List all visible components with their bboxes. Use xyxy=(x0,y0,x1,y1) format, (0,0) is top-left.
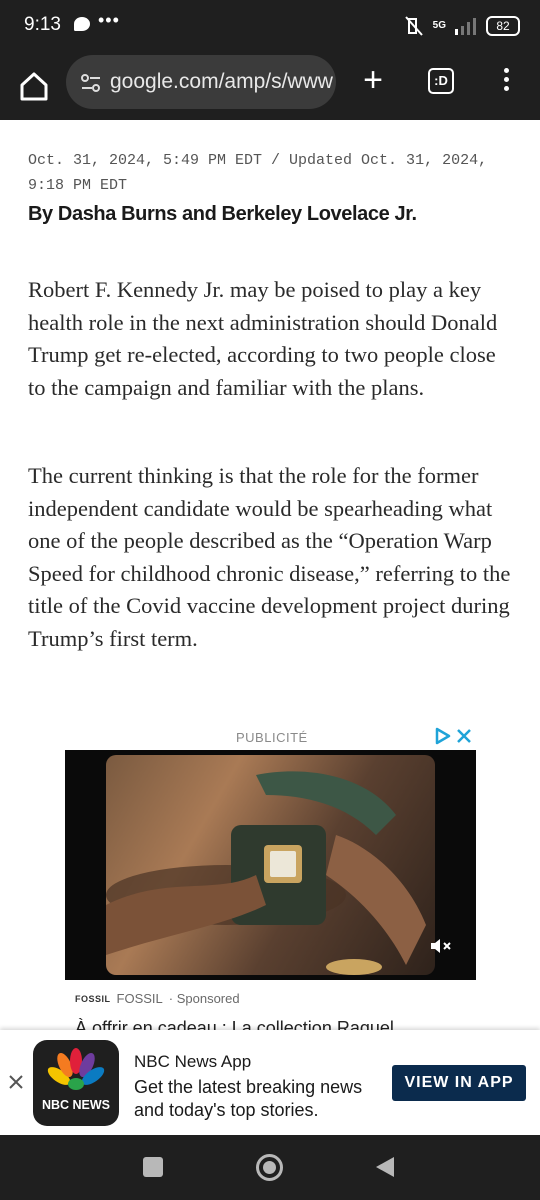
view-in-app-button[interactable]: VIEW IN APP xyxy=(392,1065,526,1101)
article-paragraph: Robert F. Kennedy Jr. may be poised to p… xyxy=(28,277,498,400)
site-settings-icon[interactable] xyxy=(80,72,102,94)
status-bar: 9:13 ••• 5G 82 xyxy=(0,0,540,54)
ad-advertiser[interactable]: FOSSIL xyxy=(117,991,163,1006)
address-bar[interactable]: google.com/amp/s/www xyxy=(66,55,336,109)
mute-icon[interactable] xyxy=(429,936,455,956)
new-tab-button[interactable]: + xyxy=(355,60,391,100)
back-button[interactable] xyxy=(376,1157,394,1177)
message-notification-icon xyxy=(74,17,90,31)
ad-sponsor-line: FOSSIL FOSSIL · Sponsored xyxy=(75,991,240,1006)
home-button[interactable] xyxy=(256,1154,283,1181)
fossil-logo: FOSSIL xyxy=(75,993,111,1004)
nbc-logo-text: NBC NEWS xyxy=(41,1098,111,1112)
banner-subtitle: Get the latest breaking news and today's… xyxy=(134,1077,363,1120)
tab-switcher-button[interactable]: :D xyxy=(428,68,454,94)
peacock-icon xyxy=(47,1048,105,1090)
ad-sponsored-label: · Sponsored xyxy=(168,991,240,1006)
article-dateline: Oct. 31, 2024, 5:49 PM EDT / Updated Oct… xyxy=(28,152,488,194)
watch-box-image xyxy=(106,771,426,975)
signal-icon xyxy=(455,18,476,35)
overflow-menu-icon[interactable] xyxy=(496,68,516,96)
home-icon[interactable] xyxy=(14,66,54,106)
battery-level: 82 xyxy=(486,16,520,36)
nbc-news-logo: NBC NEWS xyxy=(33,1040,119,1126)
browser-toolbar: google.com/amp/s/www + :D xyxy=(0,54,540,120)
more-notifications-icon: ••• xyxy=(98,10,120,30)
status-time: 9:13 xyxy=(24,14,61,35)
adchoices-icon[interactable] xyxy=(434,726,474,746)
article-byline: By Dasha Burns and Berkeley Lovelace Jr. xyxy=(28,203,417,225)
system-nav-bar xyxy=(0,1135,540,1200)
app-promo-banner: NBC NEWS NBC News App Get the latest bre… xyxy=(0,1030,540,1135)
ad-video-frame xyxy=(106,755,435,975)
status-indicators: 5G 82 xyxy=(403,14,520,38)
ad-video[interactable] xyxy=(65,750,476,980)
network-type: 5G xyxy=(432,20,446,31)
recents-button[interactable] xyxy=(143,1157,163,1177)
banner-title: NBC News App xyxy=(134,1052,252,1071)
mute-vibrate-icon xyxy=(404,16,423,36)
url-text: google.com/amp/s/www xyxy=(110,70,333,93)
close-icon[interactable] xyxy=(8,1074,24,1090)
article-paragraph: The current thinking is that the role fo… xyxy=(28,463,511,651)
ad-label: PUBLICITÉ xyxy=(236,730,308,745)
